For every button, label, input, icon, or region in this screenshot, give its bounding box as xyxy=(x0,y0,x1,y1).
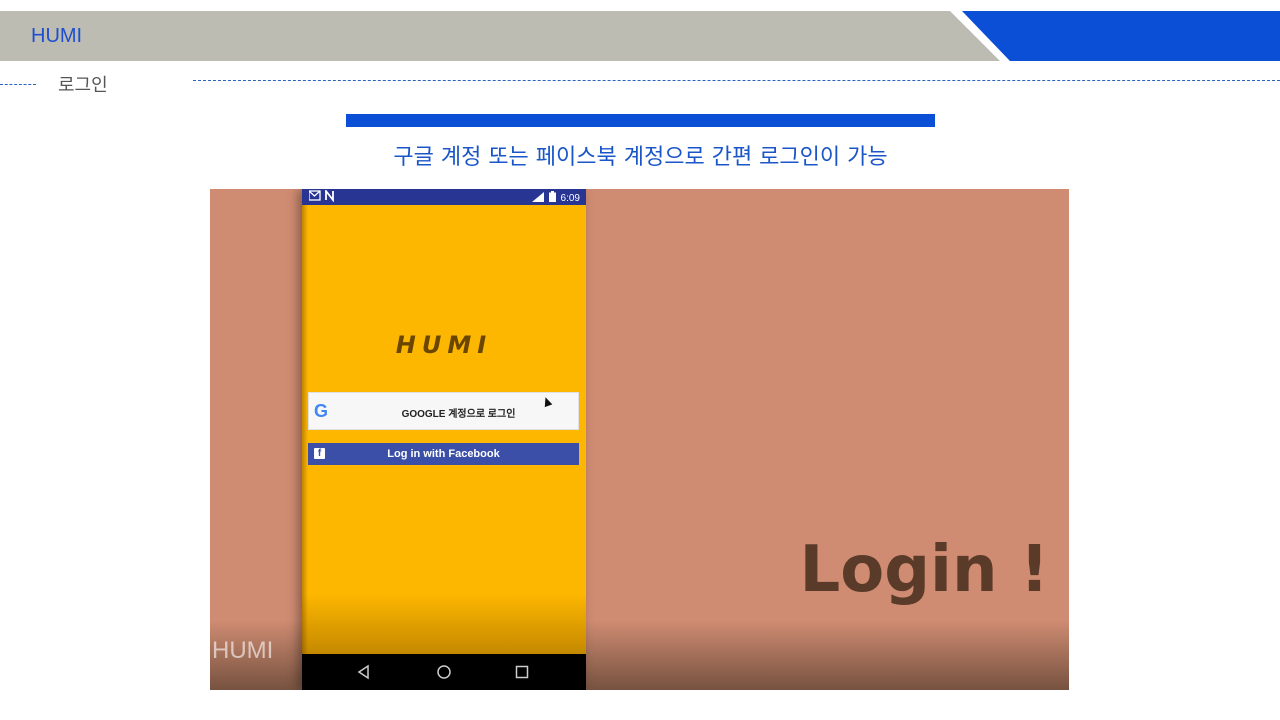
google-login-label: GOOGLE 계정으로 로그인 xyxy=(401,409,516,420)
section-divider-left xyxy=(0,84,36,85)
caption-text: 구글 계정 또는 페이스북 계정으로 간편 로그인이 가능 xyxy=(393,145,888,170)
video-watermark: HUMI xyxy=(212,637,274,664)
home-icon[interactable] xyxy=(436,664,452,680)
status-time: 6:09 xyxy=(560,192,580,204)
facebook-login-label: Log in with Facebook xyxy=(387,448,500,460)
header-bar xyxy=(0,11,1000,61)
android-nav-bar xyxy=(302,654,586,690)
login-overlay-text: Login ! xyxy=(799,533,1049,607)
back-icon[interactable] xyxy=(356,664,372,680)
phone-bottom-shade xyxy=(302,594,586,654)
mail-icon xyxy=(308,189,337,205)
phone-screen: 6:09 HUMI G GOOGLE 계정으로 로그인 f Log in wit… xyxy=(302,189,586,690)
google-icon: G xyxy=(314,401,329,421)
signal-icon xyxy=(531,191,544,205)
header-accent xyxy=(962,11,1280,61)
section-label: 로그인 xyxy=(58,75,108,96)
video-frame[interactable]: HUMI Login ! 6:09 HUMI G GOOGLE 계정으로 로그인… xyxy=(210,189,1069,690)
caption-bar xyxy=(346,114,935,127)
google-login-button[interactable]: G GOOGLE 계정으로 로그인 xyxy=(308,392,579,430)
app-title: HUMI xyxy=(395,331,493,359)
facebook-login-button[interactable]: f Log in with Facebook xyxy=(308,443,579,465)
recent-apps-icon[interactable] xyxy=(514,664,530,680)
status-bar: 6:09 xyxy=(302,189,586,205)
header-title: HUMI xyxy=(31,25,83,47)
section-divider-right xyxy=(193,80,1280,81)
battery-icon xyxy=(548,191,556,205)
status-right: 6:09 xyxy=(531,191,580,205)
